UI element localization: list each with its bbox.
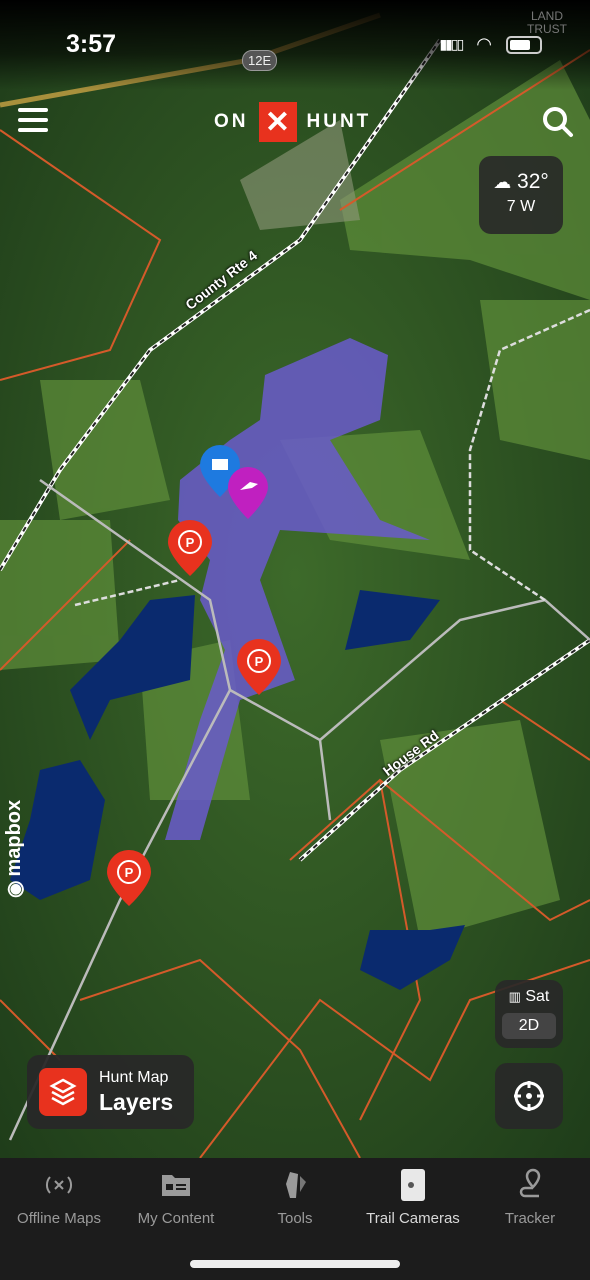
map-icon: ▥ [508, 989, 521, 1004]
signal-icon: ▮▮▯▯ [439, 36, 464, 52]
mapbox-text: mapbox [3, 799, 25, 877]
tab-tools[interactable]: Tools [236, 1168, 354, 1227]
tab-tracker[interactable]: Tracker [471, 1168, 589, 1227]
map-style-toggle[interactable]: ▥ Sat 2D [495, 980, 563, 1048]
weather-widget[interactable]: ☁ 32° 7 W [479, 156, 563, 234]
tab-offline-maps[interactable]: Offline Maps [0, 1168, 118, 1227]
tracker-icon [519, 1168, 541, 1198]
tab-my-content[interactable]: My Content [117, 1168, 235, 1227]
land-trust-label: LAND TRUST [527, 9, 567, 36]
tab-label: Offline Maps [17, 1210, 101, 1227]
route-shield: 12E [242, 50, 278, 71]
tab-label: Tools [277, 1210, 313, 1227]
svg-text:P: P [125, 865, 134, 880]
status-time: 3:57 [66, 30, 117, 58]
tab-label: My Content [137, 1210, 215, 1227]
crosshair-icon [514, 1081, 544, 1111]
status-bar: 3:57 ▮▮▯▯ ◠ [0, 0, 590, 90]
tab-label: Trail Cameras [366, 1210, 460, 1227]
battery-icon [506, 35, 542, 54]
tab-trail-cameras[interactable]: Trail Cameras [354, 1168, 472, 1227]
logo-on: ON [214, 111, 249, 132]
tab-label: Tracker [504, 1210, 556, 1227]
locate-button[interactable] [495, 1063, 563, 1129]
layers-icon [49, 1078, 77, 1106]
mapbox-logo-icon: ◉ [4, 880, 26, 898]
home-indicator[interactable] [190, 1260, 400, 1268]
search-icon[interactable] [542, 106, 574, 138]
onx-hunt-logo: ON ✕ HUNT [214, 102, 371, 142]
tools-icon [286, 1172, 306, 1198]
menu-button[interactable] [18, 108, 48, 138]
layers-title: Layers [99, 1088, 174, 1115]
style-label: Sat [525, 988, 550, 1005]
offline-icon [46, 1176, 72, 1194]
weather-wind: 7 W [506, 198, 536, 215]
layers-subtitle: Hunt Map [99, 1068, 169, 1086]
svg-text:P: P [255, 654, 264, 669]
2d-3d-toggle[interactable]: 2D [502, 1013, 556, 1039]
camera-icon [401, 1169, 425, 1201]
svg-text:P: P [186, 535, 195, 550]
layers-button[interactable]: Hunt Map Layers [27, 1055, 194, 1129]
logo-hunt: HUNT [306, 111, 372, 132]
weather-temp: 32° [517, 170, 549, 193]
wifi-icon: ◠ [476, 34, 492, 54]
mapbox-attribution[interactable]: ◉ mapbox [2, 800, 27, 898]
logo-mark: ✕ [258, 102, 297, 142]
folder-icon [162, 1175, 190, 1196]
cloud-icon: ☁ [493, 172, 512, 192]
